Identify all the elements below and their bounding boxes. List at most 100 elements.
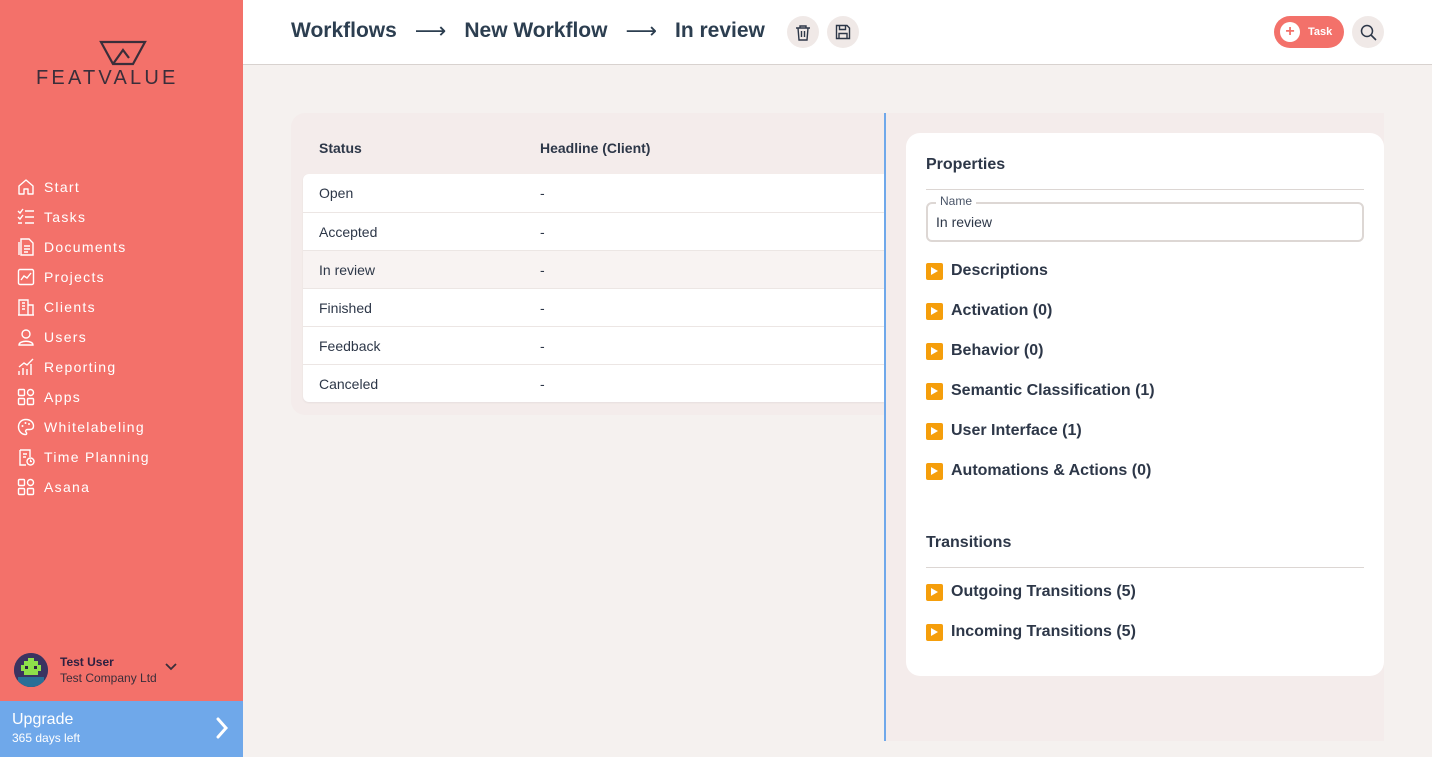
search-icon [1360, 24, 1377, 41]
column-header-headline[interactable]: Headline (Client) [540, 140, 650, 156]
play-icon [926, 342, 943, 360]
status-cell: Finished [319, 300, 372, 316]
user-icon [16, 327, 36, 347]
sidebar-item-label: Documents [44, 239, 127, 255]
delete-button[interactable] [787, 16, 819, 48]
tasks-icon [16, 207, 36, 227]
table-row[interactable]: Feedback - [303, 326, 885, 364]
table-row[interactable]: Accepted - [303, 212, 885, 250]
section-label: Descriptions [951, 262, 1048, 279]
sidebar-item-time-planning[interactable]: Time Planning [16, 442, 236, 472]
logo-mark-icon [99, 40, 147, 66]
sidebar-item-label: Time Planning [44, 449, 150, 465]
section-semantic-classification[interactable]: Semantic Classification (1) [926, 382, 1155, 400]
play-icon [926, 302, 943, 320]
name-label: Name [936, 194, 977, 208]
section-label: Activation (0) [951, 302, 1053, 319]
section-label: Incoming Transitions (5) [951, 623, 1136, 640]
section-incoming-transitions[interactable]: Incoming Transitions (5) [926, 623, 1136, 641]
sidebar-item-documents[interactable]: Documents [16, 232, 236, 262]
sidebar-item-whitelabeling[interactable]: Whitelabeling [16, 412, 236, 442]
divider [926, 567, 1364, 568]
transitions-title: Transitions [926, 534, 1012, 551]
status-cell: Feedback [319, 338, 381, 354]
panel-resize-handle[interactable] [884, 113, 886, 741]
play-icon [926, 262, 943, 280]
play-icon [926, 623, 943, 641]
table-row[interactable]: Finished - [303, 288, 885, 326]
upgrade-subtitle: 365 days left [12, 731, 81, 745]
status-cell: Accepted [319, 224, 378, 240]
name-field[interactable]: Name [926, 194, 1364, 242]
headline-cell: - [540, 262, 545, 278]
breadcrumb-new-workflow[interactable]: New Workflow [464, 19, 607, 43]
table-row[interactable]: Open - [303, 174, 885, 212]
breadcrumb: Workflows ⟶ New Workflow ⟶ In review [291, 18, 765, 44]
apps-icon [16, 387, 36, 407]
breadcrumb-current: In review [675, 19, 765, 42]
sidebar-item-clients[interactable]: Clients [16, 292, 236, 322]
upgrade-button[interactable]: Upgrade 365 days left [0, 701, 243, 757]
sidebar-item-label: Apps [44, 389, 82, 405]
section-automations-actions[interactable]: Automations & Actions (0) [926, 462, 1151, 480]
sidebar-item-users[interactable]: Users [16, 322, 236, 352]
search-button[interactable] [1352, 16, 1384, 48]
name-input[interactable] [936, 214, 1356, 230]
upgrade-title: Upgrade [12, 711, 74, 728]
documents-icon [16, 237, 36, 257]
reporting-icon [16, 357, 36, 377]
divider [926, 189, 1364, 190]
avatar [14, 653, 48, 687]
section-activation[interactable]: Activation (0) [926, 302, 1052, 320]
save-button[interactable] [827, 16, 859, 48]
headline-cell: - [540, 300, 545, 316]
sidebar-item-projects[interactable]: Projects [16, 262, 236, 292]
headline-cell: - [540, 338, 545, 354]
arrow-right-icon: ⟶ [414, 18, 447, 43]
sidebar-item-label: Whitelabeling [44, 419, 145, 435]
sidebar-item-reporting[interactable]: Reporting [16, 352, 236, 382]
section-outgoing-transitions[interactable]: Outgoing Transitions (5) [926, 583, 1136, 601]
clients-icon [16, 297, 36, 317]
section-label: Outgoing Transitions (5) [951, 583, 1136, 600]
table-row-selected[interactable]: In review - [303, 250, 885, 288]
table-body: Open - Accepted - In review - Finished -… [303, 174, 885, 402]
headline-cell: - [540, 376, 545, 392]
sidebar-item-tasks[interactable]: Tasks [16, 202, 236, 232]
add-task-button[interactable]: + Task [1274, 16, 1344, 48]
projects-icon [16, 267, 36, 287]
logo[interactable]: FEATVALUE [36, 40, 208, 90]
sidebar-item-start[interactable]: Start [16, 172, 236, 202]
arrow-right-icon: ⟶ [625, 18, 658, 43]
sidebar-item-asana[interactable]: Asana [16, 472, 236, 502]
user-menu[interactable]: Test User Test Company Ltd [14, 650, 234, 690]
breadcrumb-workflows[interactable]: Workflows [291, 19, 397, 43]
play-icon [926, 462, 943, 480]
column-header-status[interactable]: Status [319, 140, 362, 156]
sidebar-item-label: Asana [44, 479, 91, 495]
trash-icon [796, 24, 810, 41]
time-planning-icon [16, 447, 36, 467]
plus-icon: + [1280, 22, 1300, 42]
headline-cell: - [540, 224, 545, 240]
properties-card: Properties Name Descriptions Activation … [906, 133, 1384, 676]
play-icon [926, 583, 943, 601]
section-user-interface[interactable]: User Interface (1) [926, 422, 1082, 440]
section-label: Behavior (0) [951, 342, 1044, 359]
sidebar-item-label: Start [44, 179, 81, 195]
home-icon [16, 177, 36, 197]
palette-icon [16, 417, 36, 437]
table-row[interactable]: Canceled - [303, 364, 885, 402]
section-behavior[interactable]: Behavior (0) [926, 342, 1043, 360]
add-task-label: Task [1308, 26, 1333, 38]
section-descriptions[interactable]: Descriptions [926, 262, 1048, 280]
sidebar-item-apps[interactable]: Apps [16, 382, 236, 412]
properties-title: Properties [926, 156, 1006, 173]
section-label: Semantic Classification (1) [951, 382, 1155, 399]
sidebar-item-label: Users [44, 329, 88, 345]
status-cell: Canceled [319, 376, 379, 392]
play-icon [926, 422, 943, 440]
user-name: Test User [60, 655, 114, 669]
chevron-down-icon[interactable] [165, 658, 177, 676]
status-cell: In review [319, 262, 376, 278]
